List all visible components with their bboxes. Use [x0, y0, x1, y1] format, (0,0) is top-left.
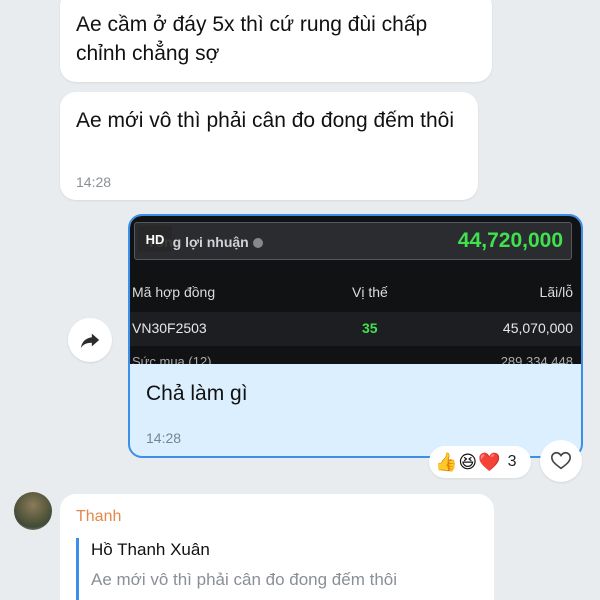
message-text: Ae cầm ở đáy 5x thì cứ rung đùi chấp chỉ… — [76, 13, 428, 65]
contract-cell: VN30F2503 — [132, 320, 207, 336]
message-bubble[interactable]: Ae cầm ở đáy 5x thì cứ rung đùi chấp chỉ… — [60, 0, 492, 82]
laughing-face-icon: 😆 — [458, 452, 478, 472]
sender-name[interactable]: Thanh — [76, 508, 478, 526]
total-profit-value: 44,720,000 — [457, 229, 563, 252]
buying-power-row: Sức mua (12) 289,334,448 — [130, 352, 581, 364]
total-profit-box: Tổng lợi nhuận 44,720,000 — [134, 222, 572, 260]
quoted-message[interactable]: Hồ Thanh Xuân Ae mới vô thì phải cân đo … — [76, 538, 476, 600]
position-cell: 35 — [362, 320, 378, 336]
buying-power-label: Sức mua (12) — [132, 354, 212, 364]
reactions-bar[interactable]: 👍 😆 ❤️ 3 — [429, 446, 531, 478]
buying-power-value: 289,334,448 — [500, 354, 573, 364]
message-text: Ae mới vô thì phải cân đo đong đếm thôi — [76, 109, 454, 132]
trading-screenshot[interactable]: HD Tổng lợi nhuận 44,720,000 Mã hợp đồng… — [130, 216, 581, 364]
heart-outline-icon — [551, 451, 571, 470]
column-header-contract: Mã hợp đồng — [132, 284, 216, 300]
share-forward-icon — [80, 333, 100, 349]
message-bubble[interactable]: Ae mới vô thì phải cân đo đong đếm thôi … — [60, 92, 478, 200]
table-row: VN30F2503 35 45,070,000 — [130, 312, 581, 346]
reaction-count: 3 — [507, 453, 517, 470]
media-message-bubble[interactable]: HD Tổng lợi nhuận 44,720,000 Mã hợp đồng… — [128, 214, 583, 458]
media-caption: Chả làm gì — [146, 382, 248, 405]
message-time: 14:28 — [146, 430, 182, 446]
message-time: 14:28 — [76, 174, 112, 190]
table-header: Mã hợp đồng Vị thế Lãi/lỗ — [130, 270, 581, 314]
thumbs-up-icon: 👍 — [435, 452, 458, 472]
forward-button[interactable] — [68, 318, 112, 362]
info-icon — [252, 238, 263, 249]
quote-text: Ae mới vô thì phải cân đo đong đếm thôi — [91, 570, 397, 589]
column-header-position: Vị thế — [352, 284, 388, 300]
react-heart-button[interactable] — [540, 440, 582, 482]
hd-badge: HD — [138, 226, 172, 252]
pnl-cell: 45,070,000 — [502, 320, 573, 336]
column-header-pnl: Lãi/lỗ — [539, 284, 573, 300]
red-heart-icon: ❤️ — [478, 452, 501, 472]
avatar[interactable] — [14, 492, 52, 530]
reply-message-bubble[interactable]: Thanh Hồ Thanh Xuân Ae mới vô thì phải c… — [60, 494, 494, 600]
quote-author: Hồ Thanh Xuân — [91, 540, 210, 559]
